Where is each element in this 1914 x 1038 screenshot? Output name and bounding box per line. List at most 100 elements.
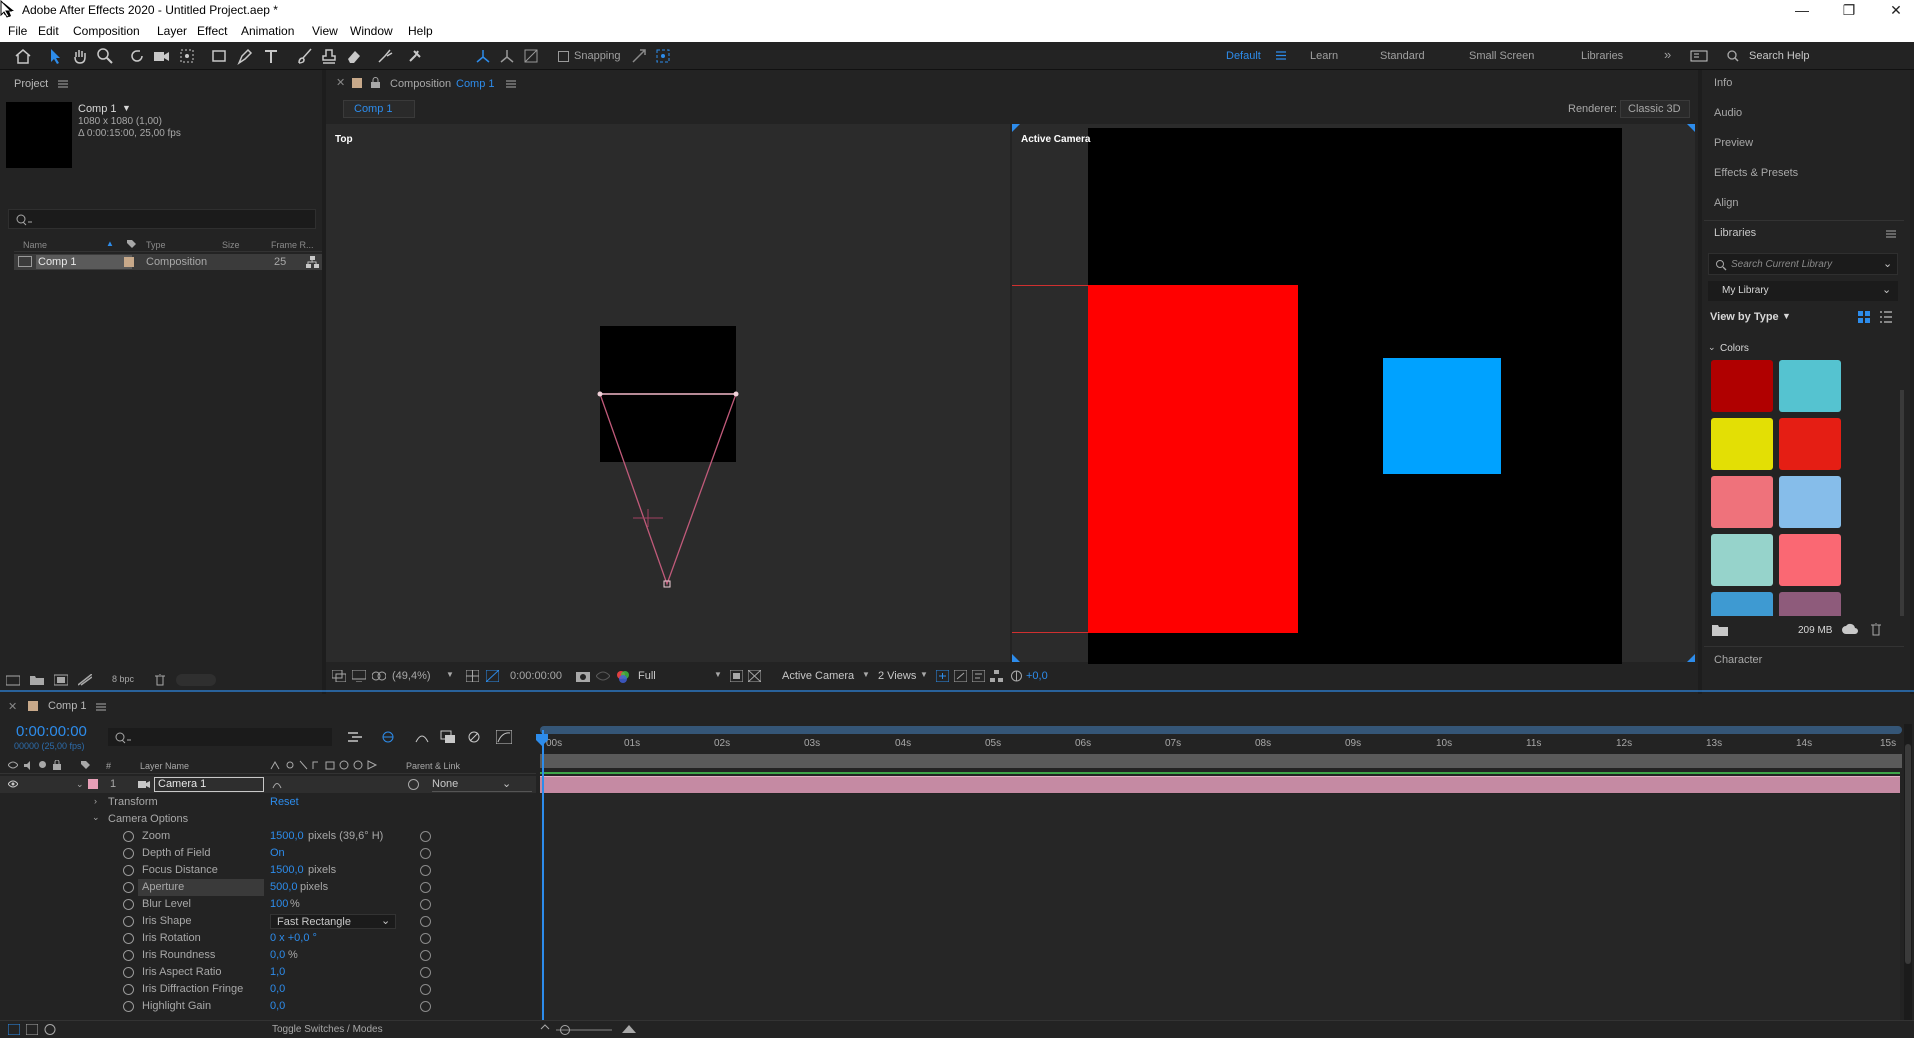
hand-tool-icon[interactable]: [71, 47, 89, 65]
workspace-panel-icon[interactable]: [1690, 47, 1708, 65]
stopwatch-icon[interactable]: [123, 848, 134, 859]
stopwatch-icon[interactable]: [123, 831, 134, 842]
property-value[interactable]: 1500,0: [270, 864, 304, 876]
rotation-tool-icon[interactable]: [128, 47, 146, 65]
workspace-default[interactable]: Default: [1226, 50, 1261, 62]
property-value[interactable]: 0,0: [270, 1000, 285, 1012]
color-swatch[interactable]: [1779, 592, 1841, 616]
workspace-learn[interactable]: Learn: [1310, 50, 1338, 62]
expression-pick-whip-icon[interactable]: [420, 933, 431, 944]
label-color-swatch[interactable]: [124, 257, 134, 267]
close-tab-icon[interactable]: ✕: [8, 700, 17, 713]
expand-chevron-icon[interactable]: ⌄: [92, 812, 100, 823]
color-swatch[interactable]: [1711, 418, 1773, 470]
draft-3d-icon[interactable]: [380, 730, 396, 744]
graph-editor-icon[interactable]: [496, 730, 512, 744]
property-value[interactable]: 0 x +0,0 °: [270, 932, 317, 944]
color-swatch[interactable]: [1779, 360, 1841, 412]
rectangle-tool-icon[interactable]: [210, 47, 228, 65]
expression-pick-whip-icon[interactable]: [420, 950, 431, 961]
menu-animation[interactable]: Animation: [241, 24, 294, 38]
column-size[interactable]: Size: [222, 240, 240, 250]
toggle-pixel-aspect-icon[interactable]: [936, 670, 949, 682]
align-panel-tab[interactable]: Align: [1714, 197, 1738, 209]
roto-brush-tool-icon[interactable]: [376, 47, 394, 65]
menu-layer[interactable]: Layer: [157, 24, 187, 38]
time-navigator-range[interactable]: [540, 726, 1902, 734]
stopwatch-icon[interactable]: [123, 984, 134, 995]
viewer-active-camera[interactable]: Active Camera: [1012, 124, 1695, 664]
composition-tab-name[interactable]: Comp 1: [456, 78, 495, 90]
stopwatch-icon[interactable]: [123, 1001, 134, 1012]
colors-section-header[interactable]: Colors: [1720, 343, 1749, 354]
view-layout-dropdown[interactable]: 2 Views: [878, 670, 916, 682]
property-value[interactable]: 1,0: [270, 966, 285, 978]
preview-panel-tab[interactable]: Preview: [1714, 137, 1753, 149]
keyframe-area[interactable]: [540, 794, 1900, 1020]
home-icon[interactable]: [14, 47, 32, 65]
workspace-libraries[interactable]: Libraries: [1581, 50, 1623, 62]
transfer-controls-icon[interactable]: [26, 1024, 38, 1035]
folder-icon[interactable]: [1712, 623, 1728, 636]
property-value[interactable]: 500,0: [270, 881, 298, 893]
stopwatch-icon[interactable]: [123, 916, 134, 927]
eraser-tool-icon[interactable]: [344, 47, 362, 65]
parent-dropdown[interactable]: None ⌄: [432, 777, 532, 792]
library-search-input[interactable]: Search Current Library ⌄: [1708, 253, 1898, 275]
timeline-icon[interactable]: [972, 670, 985, 682]
viewer-top[interactable]: Top: [326, 124, 1010, 662]
grid-icon[interactable]: [466, 670, 479, 682]
column-frame-rate[interactable]: Frame R...: [271, 240, 314, 250]
bit-depth-toggle[interactable]: 8 bpc: [112, 674, 134, 684]
effects-presets-panel-tab[interactable]: Effects & Presets: [1714, 167, 1798, 179]
type-tool-icon[interactable]: [262, 47, 280, 65]
interpret-footage-icon[interactable]: [6, 674, 20, 686]
expression-pick-whip-icon[interactable]: [420, 916, 431, 927]
property-row-iris-diffraction-fringe[interactable]: Iris Diffraction Fringe 0,0: [0, 981, 536, 998]
menu-help[interactable]: Help: [408, 24, 433, 38]
clone-stamp-tool-icon[interactable]: [320, 47, 338, 65]
expression-pick-whip-icon[interactable]: [420, 848, 431, 859]
expression-pick-whip-icon[interactable]: [420, 899, 431, 910]
stopwatch-icon[interactable]: [123, 933, 134, 944]
reset-exposure-icon[interactable]: [1010, 670, 1023, 682]
timeline-tab[interactable]: Comp 1: [48, 700, 87, 712]
transparency-grid-icon[interactable]: [486, 670, 499, 682]
expression-pick-whip-icon[interactable]: [420, 882, 431, 893]
transform-row[interactable]: › Transform Reset: [0, 794, 536, 811]
chevron-down-icon[interactable]: ⌄: [1883, 257, 1892, 270]
camera-tool-icon[interactable]: [152, 47, 170, 65]
menu-edit[interactable]: Edit: [38, 24, 59, 38]
project-search-input[interactable]: [8, 209, 316, 229]
expression-pick-whip-icon[interactable]: [420, 967, 431, 978]
timeline-menu-icon[interactable]: [96, 703, 106, 711]
property-value[interactable]: On: [270, 847, 285, 859]
snapping-checkbox[interactable]: [558, 51, 569, 62]
chevron-down-icon[interactable]: ▼: [446, 670, 454, 679]
library-select[interactable]: My Library ⌄: [1708, 281, 1898, 301]
property-row-iris-shape[interactable]: Iris Shape Fast Rectangle ⌄: [0, 913, 536, 930]
channels-icon[interactable]: [616, 670, 630, 683]
color-swatch[interactable]: [1711, 476, 1773, 528]
menu-file[interactable]: File: [8, 24, 27, 38]
project-panel-menu-icon[interactable]: [58, 80, 68, 88]
color-swatch[interactable]: [1779, 534, 1841, 586]
eye-icon[interactable]: [8, 780, 18, 788]
search-help-input[interactable]: Search Help: [1749, 50, 1810, 62]
motion-blur-icon[interactable]: [466, 730, 482, 744]
world-axis-icon[interactable]: [498, 47, 516, 65]
layer-name-field[interactable]: Camera 1: [154, 777, 264, 792]
column-type[interactable]: Type: [146, 240, 166, 250]
libraries-menu-icon[interactable]: [1886, 230, 1896, 238]
chevron-down-icon[interactable]: ▼: [714, 670, 722, 679]
collapse-chevron-icon[interactable]: ⌄: [1708, 342, 1716, 353]
expression-pick-whip-icon[interactable]: [420, 984, 431, 995]
toggle-switches-modes-button[interactable]: Toggle Switches / Modes: [272, 1024, 383, 1035]
layer-switches-toggle-icon[interactable]: [8, 1024, 20, 1035]
close-button[interactable]: ✕: [1876, 2, 1914, 19]
minimize-button[interactable]: —: [1782, 2, 1822, 18]
new-folder-icon[interactable]: [30, 674, 44, 686]
menu-composition[interactable]: Composition: [73, 24, 140, 38]
layer-row-camera-1[interactable]: ⌄ 1 Camera 1 None ⌄: [0, 776, 536, 793]
libraries-scrollbar[interactable]: [1900, 390, 1904, 616]
